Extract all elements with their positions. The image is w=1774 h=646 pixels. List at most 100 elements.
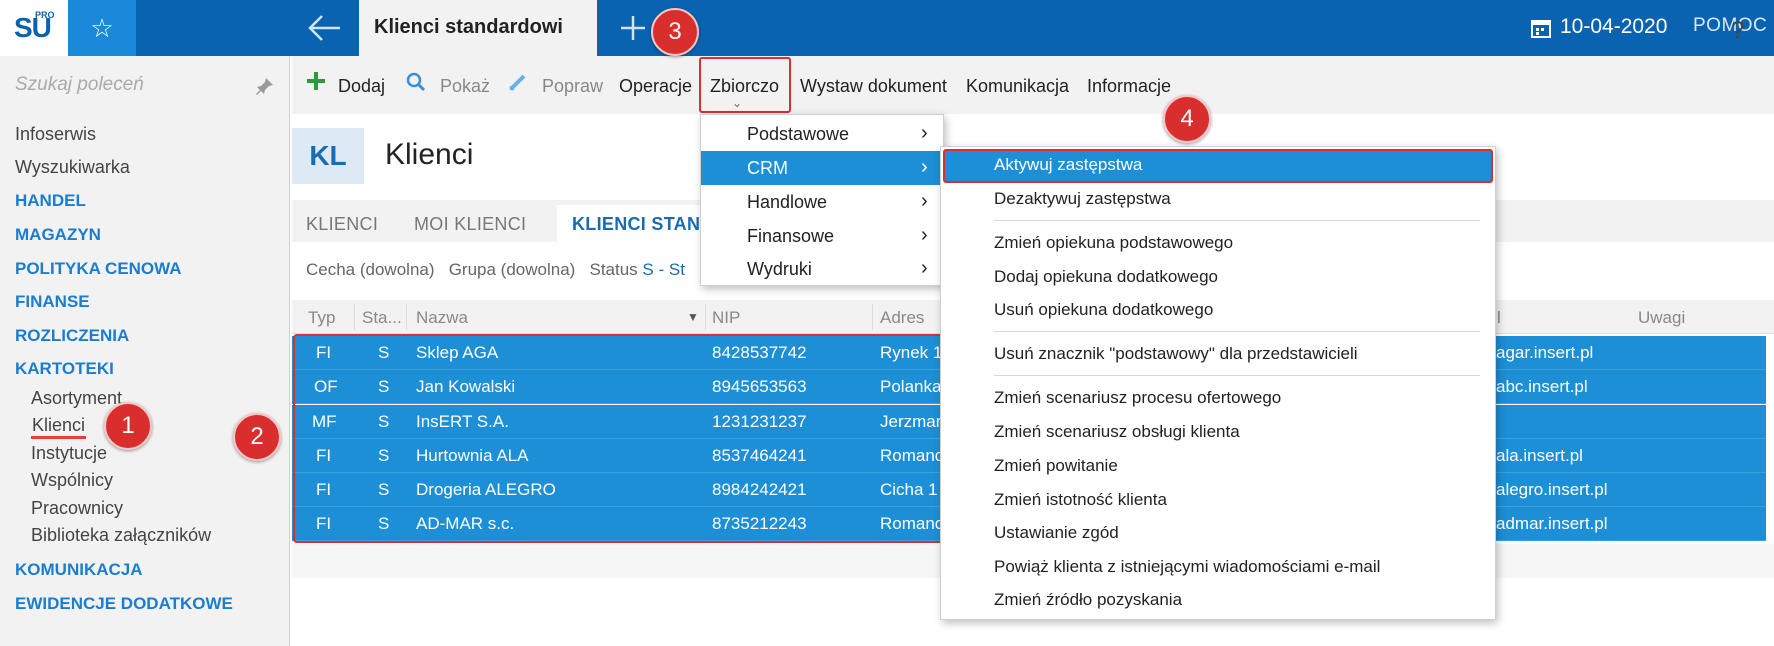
cell-status: S	[378, 446, 390, 465]
column-header-uwagi[interactable]: Uwagi	[1638, 308, 1685, 328]
sidebar-section-polityka-cenowa[interactable]: POLITYKA CENOWA	[15, 259, 182, 279]
menu-item-label: Wydruki	[747, 259, 812, 279]
status-filter-label[interactable]: Status	[589, 260, 637, 279]
cell-nip: 8537464241	[712, 446, 807, 465]
sidebar-item-infoserwis[interactable]: Infoserwis	[15, 124, 96, 145]
column-header-nazwa[interactable]: Nazwa	[416, 308, 468, 328]
bulk-menu[interactable]: Zbiorczo	[710, 76, 779, 97]
edit-button[interactable]: Popraw	[542, 76, 603, 97]
sidebar-item-instytucje[interactable]: Instytucje	[31, 443, 107, 464]
issue-document-menu[interactable]: Wystaw dokument	[800, 76, 947, 97]
favorites-star-icon[interactable]: ☆	[68, 0, 136, 56]
menu-item-label: Finansowe	[747, 226, 835, 246]
back-arrow-icon[interactable]	[302, 8, 346, 48]
sidebar-section-finanse[interactable]: FINANSE	[15, 292, 90, 312]
menu-item-powiaz-wiadomosci[interactable]: Powiąż klienta z istniejącymi wiadomości…	[994, 557, 1380, 577]
cell-status: S	[378, 480, 390, 499]
column-header-adres[interactable]: Adres	[880, 308, 924, 328]
menu-item-dodaj-opiekuna[interactable]: Dodaj opiekuna dodatkowego	[994, 267, 1218, 287]
help-question-icon[interactable]: ?	[1731, 17, 1744, 45]
sidebar-item-wyszukiwarka[interactable]: Wyszukiwarka	[15, 157, 130, 178]
menu-item-ustawianie-zgod[interactable]: Ustawianie zgód	[994, 523, 1119, 543]
add-icon[interactable]	[306, 71, 326, 96]
module-badge: KL	[292, 128, 364, 184]
callout-marker-3: 3	[651, 8, 699, 56]
bulk-dropdown-menu: Podstawowe › CRM › Handlowe › Finansowe …	[700, 114, 944, 286]
logo-superscript: PRO	[35, 10, 55, 20]
chevron-right-icon: ›	[921, 257, 928, 279]
cell-address: Cicha 1	[880, 480, 938, 499]
new-tab-plus-icon[interactable]	[615, 10, 651, 46]
menu-item-zrodlo-pozyskania[interactable]: Zmień źródło pozyskania	[994, 590, 1182, 610]
chevron-right-icon: ›	[921, 156, 928, 178]
show-button[interactable]: Pokaż	[440, 76, 490, 97]
menu-item-usun-znacznik[interactable]: Usuń znacznik "podstawowy" dla przedstaw…	[994, 344, 1358, 364]
command-search-input[interactable]: Szukaj poleceń	[15, 74, 144, 96]
menu-item-crm[interactable]: CRM ›	[701, 151, 943, 185]
sidebar-section-magazyn[interactable]: MAGAZYN	[15, 225, 101, 245]
menu-item-aktywuj-zastepstwa[interactable]: Aktywuj zastępstwa	[994, 155, 1142, 175]
sidebar-section-rozliczenia[interactable]: ROZLICZENIA	[15, 326, 129, 346]
action-toolbar: Dodaj Pokaż Popraw Operacje Zbiorczo ⌄ W…	[292, 56, 1774, 114]
menu-item-wydruki[interactable]: Wydruki ›	[701, 252, 943, 286]
sidebar-section-ewidencje[interactable]: EWIDENCJE DODATKOWE	[15, 594, 233, 614]
feature-filter[interactable]: Cecha (dowolna)	[306, 260, 435, 279]
cell-name: Drogeria ALEGRO	[416, 480, 556, 499]
column-header-nip[interactable]: NIP	[712, 308, 740, 328]
current-date[interactable]: 10-04-2020	[1560, 15, 1667, 39]
group-filter[interactable]: Grupa (dowolna)	[449, 260, 576, 279]
tab-klienci-standardowi[interactable]: Klienci standardowi	[359, 0, 597, 56]
menu-item-scenariusz-obslugi[interactable]: Zmień scenariusz obsługi klienta	[994, 422, 1240, 442]
column-header-typ[interactable]: Typ	[308, 308, 335, 328]
pin-icon[interactable]	[255, 76, 275, 96]
operations-menu[interactable]: Operacje	[619, 76, 692, 97]
information-menu[interactable]: Informacje	[1087, 76, 1171, 97]
calendar-icon[interactable]	[1530, 17, 1552, 39]
add-button[interactable]: Dodaj	[338, 76, 385, 97]
menu-divider	[994, 331, 1480, 332]
app-logo[interactable]: SU PRO	[0, 0, 68, 56]
menu-item-usun-opiekuna[interactable]: Usuń opiekuna dodatkowego	[994, 300, 1213, 320]
brush-icon[interactable]	[508, 72, 528, 97]
tab-klienci[interactable]: KLIENCI	[306, 214, 378, 235]
crm-submenu: Aktywuj zastępstwa Dezaktywuj zastępstwa…	[940, 146, 1496, 620]
cell-type: MF	[312, 412, 337, 431]
menu-item-zmien-opiekuna[interactable]: Zmień opiekuna podstawowego	[994, 233, 1233, 253]
sort-down-icon[interactable]: ▼	[687, 310, 699, 324]
cell-type: FI	[316, 514, 332, 533]
column-header-status[interactable]: Sta...	[362, 308, 402, 328]
sidebar-item-biblioteka[interactable]: Biblioteka załączników	[31, 525, 211, 546]
tab-klienci-standardowi-view[interactable]: KLIENCI STAN	[572, 214, 700, 235]
menu-item-finansowe[interactable]: Finansowe ›	[701, 219, 943, 253]
menu-item-handlowe[interactable]: Handlowe ›	[701, 185, 943, 219]
menu-item-zmien-istotnosc[interactable]: Zmień istotność klienta	[994, 490, 1167, 510]
column-header-email[interactable]: l	[1497, 308, 1501, 328]
menu-item-podstawowe[interactable]: Podstawowe ›	[701, 117, 943, 151]
chevron-right-icon: ›	[921, 224, 928, 246]
page-title: Klienci	[385, 138, 474, 171]
sidebar-item-wspolnicy[interactable]: Wspólnicy	[31, 470, 113, 491]
sidebar-section-kartoteki[interactable]: KARTOTEKI	[15, 359, 114, 379]
communication-menu[interactable]: Komunikacja	[966, 76, 1069, 97]
menu-item-label: CRM	[747, 158, 788, 178]
sidebar-item-klienci[interactable]: Klienci	[31, 415, 87, 439]
tab-title: Klienci standardowi	[374, 16, 563, 38]
tab-moi-klienci[interactable]: MOI KLIENCI	[414, 214, 526, 235]
menu-item-zmien-powitanie[interactable]: Zmień powitanie	[994, 456, 1118, 476]
cell-type: FI	[316, 480, 332, 499]
search-icon[interactable]	[406, 72, 426, 97]
status-filter-value[interactable]: S - St	[642, 260, 685, 279]
menu-item-scenariusz-ofertowy[interactable]: Zmień scenariusz procesu ofertowego	[994, 388, 1281, 408]
sidebar-section-komunikacja[interactable]: KOMUNIKACJA	[15, 560, 143, 580]
sidebar-item-asortyment[interactable]: Asortyment	[31, 388, 122, 409]
cell-nip: 8428537742	[712, 343, 807, 362]
cell-email: agar.insert.pl	[1496, 343, 1594, 362]
cell-status: S	[378, 412, 390, 431]
sidebar-section-handel[interactable]: HANDEL	[15, 191, 86, 211]
chevron-down-icon: ⌄	[732, 96, 743, 110]
menu-item-dezaktywuj-zastepstwa[interactable]: Dezaktywuj zastępstwa	[994, 189, 1171, 209]
menu-item-label: Handlowe	[747, 192, 828, 212]
sidebar-item-pracownicy[interactable]: Pracownicy	[31, 498, 123, 519]
cell-address: Rynek 1	[880, 343, 943, 362]
callout-marker-1: 1	[104, 402, 152, 450]
